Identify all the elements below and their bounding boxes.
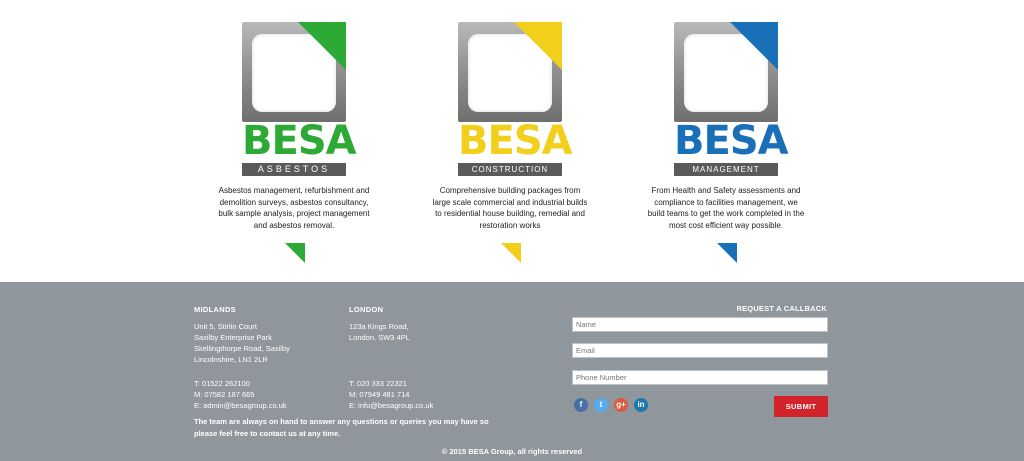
- midlands-heading: MIDLANDS: [194, 305, 236, 314]
- mobile-number[interactable]: M: 07949 481 714: [349, 389, 499, 400]
- brand-pointer-icon[interactable]: [501, 243, 521, 263]
- logo-subtitle: ASBESTOS: [242, 163, 346, 176]
- logo-corner-triangle: [514, 22, 562, 70]
- logo-wordmark: BESA: [674, 118, 789, 164]
- address-line: Skellingthorpe Road, Saxilby: [194, 344, 290, 353]
- logo-subtitle: MANAGEMENT: [674, 163, 778, 176]
- phone-number[interactable]: T: 01522 262100: [194, 378, 344, 389]
- phone-number[interactable]: T: 020 333 22321: [349, 378, 499, 389]
- twitter-icon[interactable]: t: [594, 398, 608, 412]
- brand-pointer-icon[interactable]: [717, 243, 737, 263]
- logo-subtitle: CONSTRUCTION: [458, 163, 562, 176]
- copyright: © 2015 BESA Group, all rights reserved: [441, 447, 583, 456]
- address-line: Lincolnshire, LN1 2LR: [194, 355, 268, 364]
- team-note: The team are always on hand to answer an…: [194, 417, 489, 438]
- email-link[interactable]: E: admin@besagroup.co.uk: [194, 400, 344, 411]
- besa-management-logo[interactable]: BESA MANAGEMENT: [674, 22, 789, 176]
- logo-corner-triangle: [298, 22, 346, 70]
- footer: MIDLANDS Unit 5, Stirlin Court Saxilby E…: [0, 282, 1024, 461]
- brand-card-asbestos[interactable]: BESA ASBESTOS Asbestos management, refur…: [194, 22, 394, 263]
- besa-construction-logo[interactable]: BESA CONSTRUCTION: [458, 22, 573, 176]
- logo-wordmark: BESA: [458, 118, 573, 164]
- facebook-icon[interactable]: f: [574, 398, 588, 412]
- email-input[interactable]: [572, 343, 828, 358]
- london-heading: LONDON: [349, 305, 384, 314]
- london-contact: LONDON 123a Kings Road, London, SW3 4PL …: [349, 304, 499, 411]
- address-line: London, SW3 4PL: [349, 333, 410, 342]
- linkedin-icon[interactable]: in: [634, 398, 648, 412]
- brand-description: Asbestos management, refurbishment and d…: [218, 186, 370, 230]
- brand-description: Comprehensive building packages from lar…: [432, 186, 588, 230]
- mobile-number[interactable]: M: 07582 187 665: [194, 389, 344, 400]
- request-callback-heading: REQUEST A CALLBACK: [736, 304, 827, 313]
- name-input[interactable]: [572, 317, 828, 332]
- brand-card-management[interactable]: BESA MANAGEMENT From Health and Safety a…: [626, 22, 826, 263]
- logo-corner-triangle: [730, 22, 778, 70]
- midlands-contact: MIDLANDS Unit 5, Stirlin Court Saxilby E…: [194, 304, 344, 411]
- brands-section: BESA ASBESTOS Asbestos management, refur…: [0, 0, 1024, 282]
- google-plus-icon[interactable]: g+: [614, 398, 628, 412]
- social-links: f t g+ in: [574, 398, 648, 412]
- address-line: 123a Kings Road,: [349, 322, 409, 331]
- address-line: Unit 5, Stirlin Court: [194, 322, 257, 331]
- logo-wordmark: BESA: [242, 118, 357, 164]
- submit-button[interactable]: SUBMIT: [774, 396, 828, 417]
- email-link[interactable]: E: info@besagroup.co.uk: [349, 400, 499, 411]
- brand-description: From Health and Safety assessments and c…: [647, 186, 805, 230]
- phone-number-input[interactable]: [572, 370, 828, 385]
- brand-pointer-icon[interactable]: [285, 243, 305, 263]
- address-line: Saxilby Enterprise Park: [194, 333, 272, 342]
- brand-card-construction[interactable]: BESA CONSTRUCTION Comprehensive building…: [410, 22, 610, 263]
- besa-asbestos-logo[interactable]: BESA ASBESTOS: [242, 22, 357, 176]
